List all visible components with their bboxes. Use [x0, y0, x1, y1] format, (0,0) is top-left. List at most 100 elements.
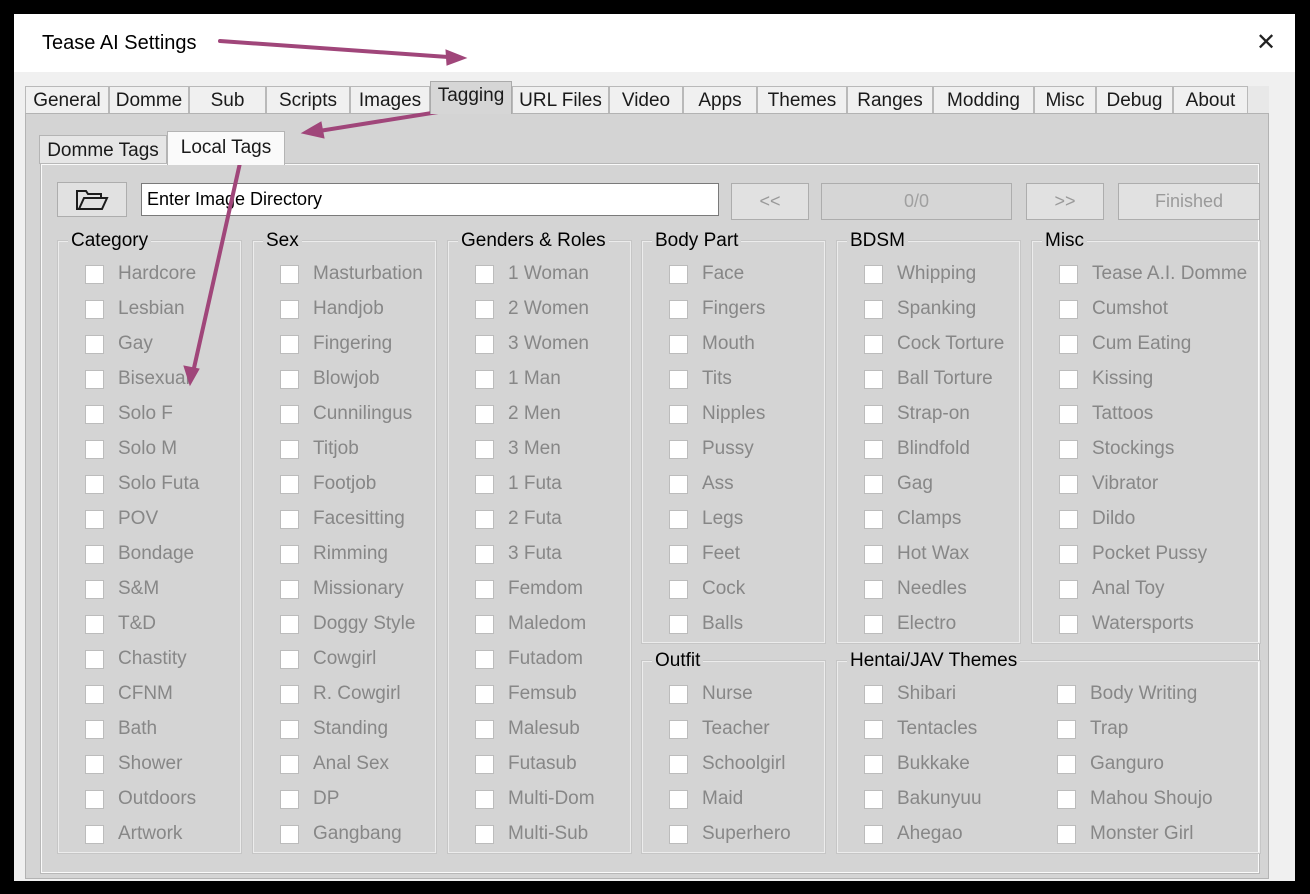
checkbox-box[interactable]	[669, 440, 688, 459]
checkbox-box[interactable]	[669, 300, 688, 319]
checkbox-box[interactable]	[669, 405, 688, 424]
tab-debug[interactable]: Debug	[1096, 86, 1173, 113]
checkbox-box[interactable]	[475, 265, 494, 284]
checkbox-box[interactable]	[864, 580, 883, 599]
tab-local-tags[interactable]: Local Tags	[167, 131, 285, 165]
checkbox-box[interactable]	[280, 370, 299, 389]
tab-modding[interactable]: Modding	[933, 86, 1034, 113]
checkbox-box[interactable]	[1057, 720, 1076, 739]
checkbox-box[interactable]	[475, 615, 494, 634]
checkbox-box[interactable]	[864, 720, 883, 739]
checkbox-box[interactable]	[864, 545, 883, 564]
checkbox-box[interactable]	[475, 510, 494, 529]
checkbox-box[interactable]	[669, 580, 688, 599]
checkbox-box[interactable]	[85, 475, 104, 494]
checkbox-box[interactable]	[864, 440, 883, 459]
checkbox-box[interactable]	[1059, 405, 1078, 424]
checkbox-box[interactable]	[1059, 545, 1078, 564]
checkbox-box[interactable]	[280, 440, 299, 459]
checkbox-box[interactable]	[864, 265, 883, 284]
checkbox-box[interactable]	[1059, 440, 1078, 459]
checkbox-box[interactable]	[864, 335, 883, 354]
checkbox-box[interactable]	[1059, 265, 1078, 284]
checkbox-box[interactable]	[280, 580, 299, 599]
checkbox-box[interactable]	[85, 615, 104, 634]
checkbox-box[interactable]	[85, 265, 104, 284]
checkbox-box[interactable]	[280, 685, 299, 704]
checkbox-box[interactable]	[864, 825, 883, 844]
checkbox-box[interactable]	[1057, 755, 1076, 774]
tab-domme-tags[interactable]: Domme Tags	[39, 135, 167, 164]
checkbox-box[interactable]	[669, 755, 688, 774]
checkbox-box[interactable]	[475, 685, 494, 704]
checkbox-box[interactable]	[475, 545, 494, 564]
checkbox-box[interactable]	[475, 790, 494, 809]
checkbox-box[interactable]	[864, 790, 883, 809]
checkbox-box[interactable]	[85, 545, 104, 564]
checkbox-box[interactable]	[85, 580, 104, 599]
checkbox-box[interactable]	[280, 405, 299, 424]
checkbox-box[interactable]	[85, 825, 104, 844]
checkbox-box[interactable]	[85, 510, 104, 529]
tab-apps[interactable]: Apps	[683, 86, 757, 113]
checkbox-box[interactable]	[864, 405, 883, 424]
browse-folder-button[interactable]	[57, 182, 127, 217]
checkbox-box[interactable]	[669, 510, 688, 529]
tab-sub[interactable]: Sub	[189, 86, 266, 113]
checkbox-box[interactable]	[1059, 370, 1078, 389]
checkbox-box[interactable]	[1057, 825, 1076, 844]
checkbox-box[interactable]	[1059, 475, 1078, 494]
tab-about[interactable]: About	[1173, 86, 1248, 113]
checkbox-box[interactable]	[85, 370, 104, 389]
tab-ranges[interactable]: Ranges	[847, 86, 933, 113]
next-button[interactable]: >>	[1026, 183, 1104, 220]
tab-themes[interactable]: Themes	[757, 86, 847, 113]
checkbox-box[interactable]	[280, 790, 299, 809]
checkbox-box[interactable]	[1059, 510, 1078, 529]
checkbox-box[interactable]	[669, 720, 688, 739]
checkbox-box[interactable]	[280, 265, 299, 284]
checkbox-box[interactable]	[475, 370, 494, 389]
tab-general[interactable]: General	[25, 86, 109, 113]
checkbox-box[interactable]	[669, 475, 688, 494]
checkbox-box[interactable]	[864, 370, 883, 389]
checkbox-box[interactable]	[669, 825, 688, 844]
tab-scripts[interactable]: Scripts	[266, 86, 350, 113]
checkbox-box[interactable]	[669, 335, 688, 354]
checkbox-box[interactable]	[475, 720, 494, 739]
tab-domme[interactable]: Domme	[109, 86, 189, 113]
checkbox-box[interactable]	[280, 825, 299, 844]
checkbox-box[interactable]	[1057, 685, 1076, 704]
checkbox-box[interactable]	[475, 580, 494, 599]
checkbox-box[interactable]	[280, 300, 299, 319]
checkbox-box[interactable]	[280, 720, 299, 739]
checkbox-box[interactable]	[280, 510, 299, 529]
checkbox-box[interactable]	[475, 475, 494, 494]
checkbox-box[interactable]	[280, 615, 299, 634]
checkbox-box[interactable]	[669, 265, 688, 284]
tab-url-files[interactable]: URL Files	[512, 86, 609, 113]
checkbox-box[interactable]	[280, 335, 299, 354]
checkbox-box[interactable]	[475, 300, 494, 319]
checkbox-box[interactable]	[280, 545, 299, 564]
checkbox-box[interactable]	[475, 755, 494, 774]
checkbox-box[interactable]	[85, 685, 104, 704]
checkbox-box[interactable]	[85, 300, 104, 319]
tab-video[interactable]: Video	[609, 86, 683, 113]
tab-misc[interactable]: Misc	[1034, 86, 1096, 113]
checkbox-box[interactable]	[1059, 580, 1078, 599]
checkbox-box[interactable]	[85, 440, 104, 459]
checkbox-box[interactable]	[669, 545, 688, 564]
previous-button[interactable]: <<	[731, 183, 809, 220]
checkbox-box[interactable]	[669, 685, 688, 704]
checkbox-box[interactable]	[1057, 790, 1076, 809]
checkbox-box[interactable]	[1059, 615, 1078, 634]
tab-images[interactable]: Images	[350, 86, 430, 113]
checkbox-box[interactable]	[85, 755, 104, 774]
checkbox-box[interactable]	[669, 615, 688, 634]
checkbox-box[interactable]	[1059, 300, 1078, 319]
checkbox-box[interactable]	[85, 650, 104, 669]
close-icon[interactable]: ✕	[1251, 28, 1281, 58]
checkbox-box[interactable]	[280, 475, 299, 494]
checkbox-box[interactable]	[864, 615, 883, 634]
